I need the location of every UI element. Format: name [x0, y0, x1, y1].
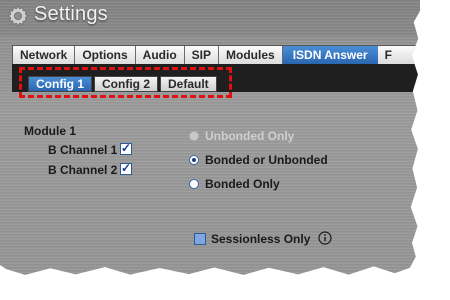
unbonded-only-radio[interactable]	[189, 131, 199, 141]
tab-network[interactable]: Network	[13, 46, 76, 64]
settings-panel: Settings Network Options Audio SIP Modul…	[0, 0, 420, 275]
tab-isdn-answer[interactable]: ISDN Answer	[282, 46, 378, 64]
window-title: Settings	[34, 3, 108, 25]
tab-sip[interactable]: SIP	[185, 46, 220, 64]
tab-audio[interactable]: Audio	[136, 46, 185, 64]
sessionless-checkbox[interactable]	[194, 233, 206, 245]
bonded-or-unbonded-radio[interactable]	[189, 155, 199, 165]
sessionless-label: Sessionless Only	[211, 232, 311, 246]
unbonded-only-label: Unbonded Only	[205, 129, 295, 143]
bonded-only-radio[interactable]	[189, 179, 199, 189]
info-icon[interactable]	[318, 231, 332, 245]
bonded-or-unbonded-label: Bonded or Unbonded	[205, 153, 328, 167]
module-title: Module 1	[24, 124, 77, 138]
highlight-annotation	[19, 67, 232, 98]
tab-overflow[interactable]: F	[378, 46, 399, 64]
b-channel-2-label: B Channel 2	[48, 163, 118, 177]
tab-options[interactable]: Options	[75, 46, 136, 64]
b-channel-2-checkbox[interactable]: ✓	[120, 162, 132, 175]
tab-modules[interactable]: Modules	[219, 46, 283, 64]
gear-icon	[7, 5, 29, 27]
bonded-only-label: Bonded Only	[205, 177, 280, 191]
b-channel-1-checkbox[interactable]: ✓	[120, 142, 132, 155]
main-tab-bar: Network Options Audio SIP Modules ISDN A…	[12, 45, 420, 65]
b-channel-1-label: B Channel 1	[48, 143, 118, 157]
